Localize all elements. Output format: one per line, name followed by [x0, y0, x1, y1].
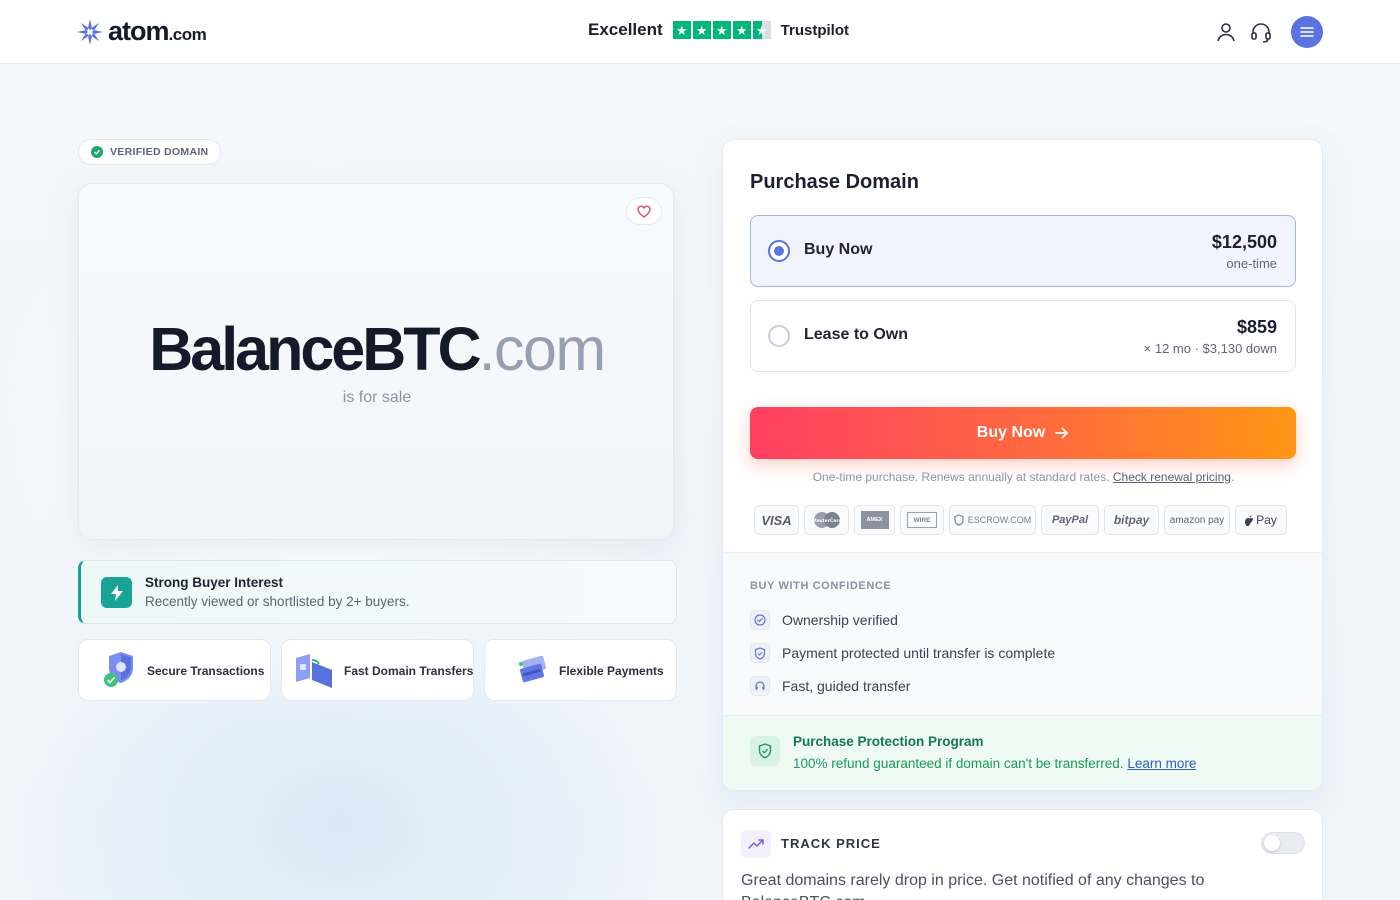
option-lease-to-own[interactable]: Lease to Own $859 × 12 mo · $3,130 down	[750, 300, 1296, 372]
wire-transfer-icon: WIRE	[900, 505, 944, 535]
feature-flexible-payments: Flexible Payments	[484, 639, 677, 701]
track-price-card: TRACK PRICE Great domains rarely drop in…	[722, 809, 1323, 900]
check-circle-icon	[750, 610, 770, 630]
paypal-icon: PayPal	[1041, 505, 1099, 535]
confidence-label: Fast, guided transfer	[782, 678, 911, 694]
confidence-label: Payment protected until transfer is comp…	[782, 645, 1056, 661]
confidence-item: Fast, guided transfer	[750, 676, 910, 696]
shield-icon	[750, 643, 770, 663]
user-icon[interactable]	[1214, 20, 1238, 44]
star-icon: ★	[732, 21, 751, 39]
star-icon: ★	[692, 21, 711, 39]
atom-logo-icon	[77, 18, 103, 45]
atom-logo[interactable]: atom.com	[76, 16, 207, 47]
option-label: Buy Now	[804, 241, 873, 258]
domain-showcase-card: BalanceBTC.com is for sale	[78, 183, 674, 540]
option-label: Lease to Own	[804, 326, 909, 343]
trustpilot-rating[interactable]: Excellent ★ ★ ★ ★ ★ Trustpilot	[588, 20, 849, 40]
track-price-title: TRACK PRICE	[781, 836, 881, 851]
confidence-title: BUY WITH CONFIDENCE	[750, 580, 892, 592]
option-buy-now[interactable]: Buy Now $12,500 one-time	[750, 215, 1296, 287]
svg-text:MasterCard: MasterCard	[812, 518, 841, 524]
amazon-pay-icon: amazon pay	[1164, 505, 1230, 535]
purchase-protection-banner: Purchase Protection Program 100% refund …	[723, 715, 1322, 790]
feature-secure-transactions: Secure Transactions	[78, 639, 271, 701]
renewal-pricing-link[interactable]: Check renewal pricing	[1113, 470, 1231, 484]
top-navbar: atom.com Excellent ★ ★ ★ ★ ★ Trustpilot	[0, 0, 1400, 64]
star-icon: ★	[672, 21, 691, 39]
domain-title: BalanceBTC.com	[149, 315, 606, 383]
interest-subtitle: Recently viewed or shortlisted by 2+ buy…	[145, 594, 410, 609]
renewal-note: One-time purchase. Renews annually at st…	[812, 470, 1235, 484]
visa-icon: VISA	[754, 505, 799, 535]
buy-with-confidence-section: BUY WITH CONFIDENCE Ownership verified P…	[723, 553, 1322, 715]
star-icon: ★	[712, 21, 731, 39]
confidence-item: Ownership verified	[750, 610, 898, 630]
shield-check-icon	[750, 736, 780, 766]
option-price: $12,500	[1211, 232, 1277, 252]
buyer-interest-banner: Strong Buyer Interest Recently viewed or…	[78, 560, 677, 624]
feature-fast-transfers: Fast Domain Transfers	[281, 639, 474, 701]
radio-lease-to-own[interactable]	[768, 325, 790, 347]
learn-more-link[interactable]: Learn more	[1127, 756, 1196, 771]
half-star-icon: ★	[752, 21, 771, 39]
trustpilot-label: Excellent	[588, 20, 663, 39]
credit-cards-icon	[519, 655, 546, 683]
confidence-label: Ownership verified	[782, 612, 898, 628]
apple-pay-icon: Pay	[1235, 505, 1287, 535]
menu-button[interactable]	[1291, 16, 1323, 48]
amex-icon: AMEX	[854, 505, 895, 535]
escrow-icon: ESCROW.COM	[949, 505, 1036, 535]
trustpilot-brand: Trustpilot	[780, 21, 849, 39]
heart-icon	[637, 204, 651, 218]
arrow-right-icon	[1055, 427, 1069, 439]
protection-text: 100% refund guaranteed if domain can't b…	[793, 756, 1197, 771]
buy-now-label: Buy Now	[976, 424, 1046, 441]
feature-label: Fast Domain Transfers	[344, 664, 474, 678]
logo-text: atom.com	[108, 16, 207, 46]
renewal-note-text: One-time purchase. Renews annually at st…	[812, 470, 1110, 484]
verified-badge-label: VERIFIED DOMAIN	[110, 146, 209, 158]
radio-buy-now[interactable]	[768, 240, 790, 262]
protection-title: Purchase Protection Program	[793, 734, 984, 749]
sale-status: is for sale	[342, 389, 412, 406]
lightning-icon	[101, 577, 132, 608]
trend-up-icon	[741, 830, 771, 858]
feature-label: Secure Transactions	[147, 664, 265, 678]
track-price-description: Great domains rarely drop in price. Get …	[741, 872, 1205, 900]
option-price-note: one-time	[1226, 256, 1277, 271]
purchase-title: Purchase Domain	[750, 171, 919, 193]
interest-title: Strong Buyer Interest	[145, 575, 284, 590]
verified-domain-badge: VERIFIED DOMAIN	[78, 139, 222, 165]
check-circle-icon	[91, 146, 103, 158]
headset-icon[interactable]	[1249, 20, 1273, 44]
trustpilot-stars: ★ ★ ★ ★ ★	[672, 21, 771, 39]
option-price: $859	[1236, 317, 1277, 337]
shield-check-icon	[104, 652, 133, 687]
option-price-note: × 12 mo · $3,130 down	[1143, 341, 1277, 356]
favorite-button[interactable]	[626, 197, 662, 225]
payment-methods: VISA MasterCard AMEX WIRE ESCROW.COM Pay…	[754, 505, 1287, 535]
hamburger-icon	[1300, 27, 1314, 37]
track-price-toggle[interactable]	[1261, 832, 1305, 854]
bitpay-icon: bitpay	[1104, 505, 1159, 535]
mastercard-icon: MasterCard	[804, 505, 849, 535]
buy-now-button[interactable]: Buy Now	[750, 407, 1296, 459]
purchase-panel: Purchase Domain Buy Now $12,500 one-time…	[722, 139, 1323, 791]
transfer-icon	[296, 654, 332, 688]
headset-icon	[750, 676, 770, 696]
feature-label: Flexible Payments	[559, 664, 664, 678]
confidence-item: Payment protected until transfer is comp…	[750, 643, 1055, 663]
